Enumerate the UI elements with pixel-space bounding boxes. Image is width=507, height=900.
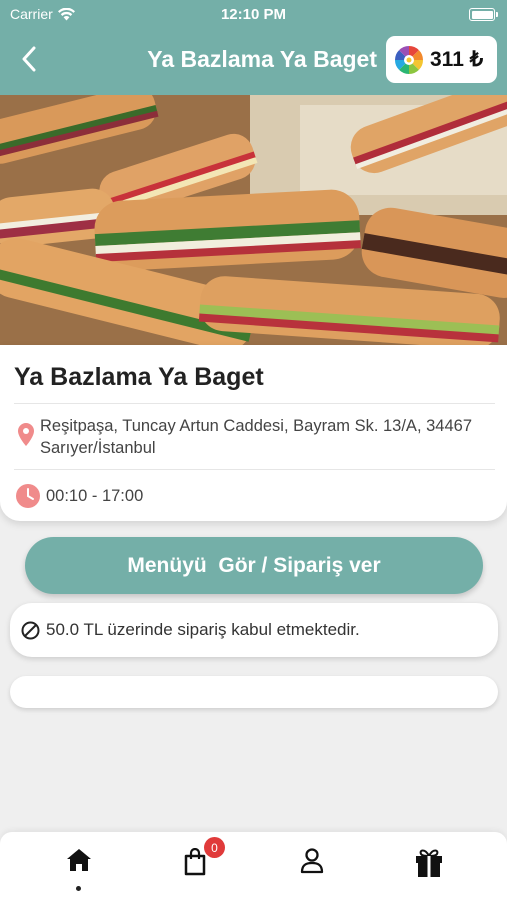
- view-menu-order-button[interactable]: Menüyü Gör / Sipariş ver: [25, 537, 483, 594]
- wallet-balance-amount: 311 ₺: [430, 48, 484, 71]
- hours-row: 00:10 - 17:00: [16, 484, 143, 508]
- restaurant-photo: [0, 95, 507, 350]
- clock-icon: [16, 484, 40, 508]
- min-order-notice: 50.0 TL üzerinde sipariş kabul etmektedi…: [10, 603, 498, 657]
- tab-gifts[interactable]: [409, 848, 449, 888]
- restaurant-info-card: Ya Bazlama Ya Baget Reşitpaşa, Tuncay Ar…: [0, 345, 507, 521]
- cart-count-badge: 0: [204, 837, 225, 858]
- tab-profile[interactable]: [292, 848, 332, 888]
- address-row[interactable]: Reşitpaşa, Tuncay Artun Caddesi, Bayram …: [18, 415, 487, 459]
- divider: [14, 403, 495, 404]
- active-tab-indicator: [76, 886, 81, 891]
- status-bar: Carrier 12:10 PM: [0, 6, 507, 24]
- page-title: Ya Bazlama Ya Baget: [147, 46, 377, 72]
- wallet-balance-button[interactable]: 311 ₺: [386, 36, 497, 83]
- top-bar: Carrier 12:10 PM Ya Bazlama Ya Baget 311…: [0, 0, 507, 95]
- bottom-tab-bar: 0: [0, 832, 507, 900]
- back-button[interactable]: [14, 44, 44, 74]
- empty-info-box: [10, 676, 498, 708]
- status-time: 12:10 PM: [220, 6, 287, 23]
- restaurant-name: Ya Bazlama Ya Baget: [14, 363, 264, 391]
- wheel-icon: [395, 45, 423, 74]
- location-pin-icon: [18, 423, 34, 446]
- opening-hours: 00:10 - 17:00: [46, 486, 144, 505]
- back-arrow-icon: [22, 46, 36, 72]
- restaurant-address: Reşitpaşa, Tuncay Artun Caddesi, Bayram …: [40, 417, 472, 457]
- home-icon: [67, 849, 91, 871]
- min-order-text: 50.0 TL üzerinde sipariş kabul etmektedi…: [46, 620, 360, 639]
- battery-icon: [469, 8, 498, 21]
- divider: [14, 469, 495, 470]
- tab-home[interactable]: [59, 848, 99, 891]
- tab-cart[interactable]: 0: [175, 837, 225, 888]
- gift-icon: [416, 849, 442, 877]
- block-icon: [21, 621, 40, 639]
- sandwich-illustration: [0, 95, 507, 350]
- shopping-bag-icon: [184, 848, 206, 876]
- user-icon: [300, 848, 324, 874]
